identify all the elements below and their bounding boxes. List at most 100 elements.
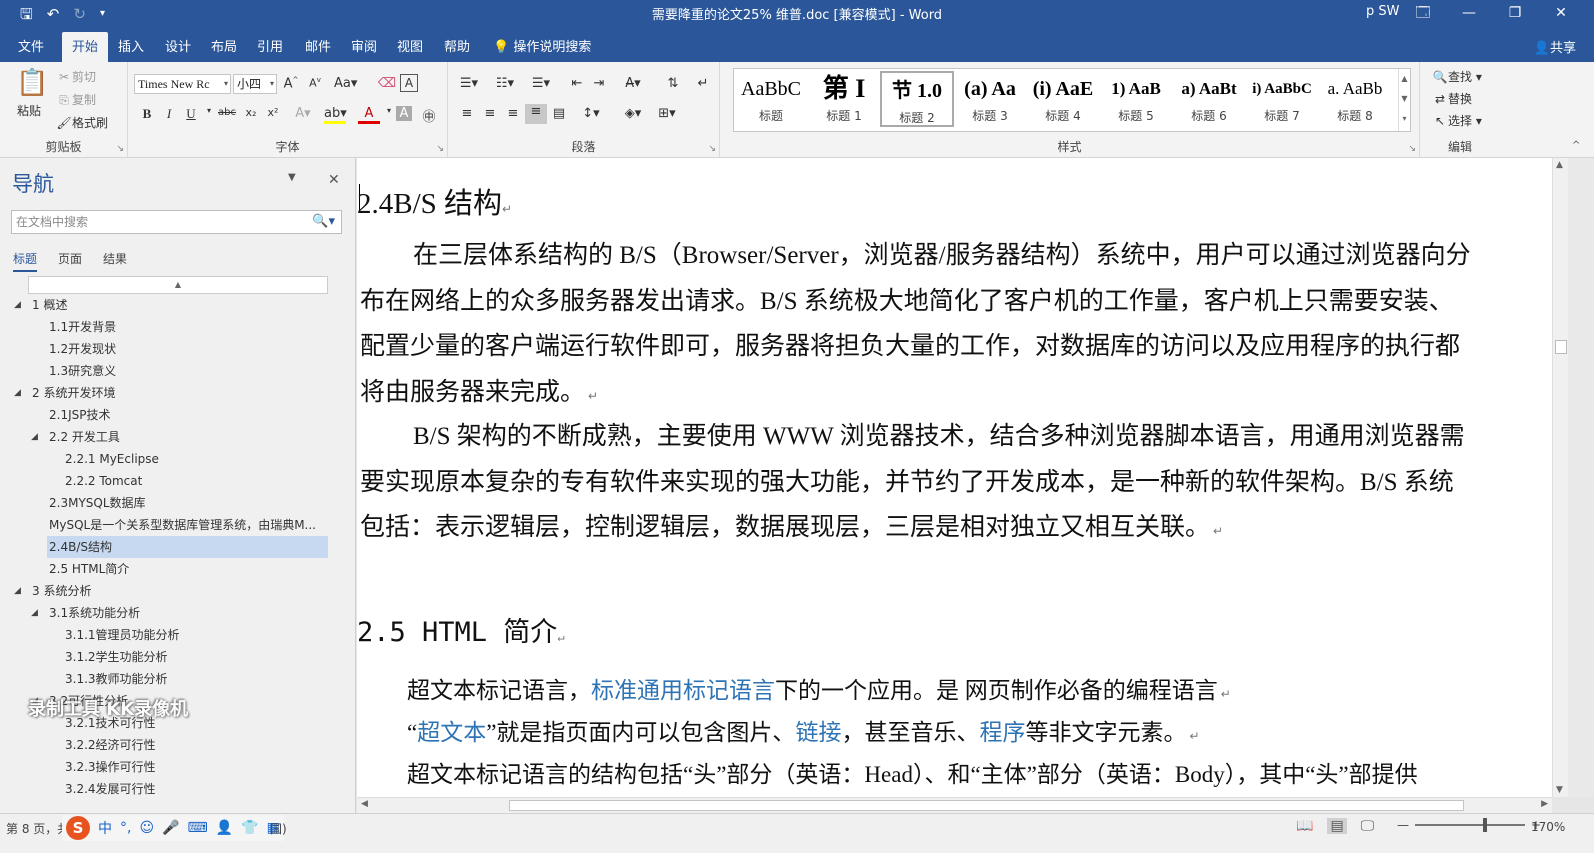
line-spacing-icon[interactable]: ↕▾ [580,106,602,121]
language-indicator[interactable]: 国) [270,820,287,837]
font-name-combo[interactable]: Times New Rc ▾ [134,74,231,94]
expand-caret-icon[interactable]: ◢ [31,426,38,448]
paragraph-bs-intro[interactable]: 在三层体系结构的 B/S（Browser/Server，浏览器/服务器结构）系统… [360,233,1478,419]
shrink-font-icon[interactable]: Av [304,76,326,90]
restore-button[interactable]: ❐ [1492,2,1538,24]
skin-icon[interactable]: 👕 [241,820,258,836]
highlight-color-icon[interactable]: ab▾ [324,106,347,124]
horizontal-scrollbar[interactable]: ◀ ▶ [357,797,1552,813]
font-size-combo[interactable]: 小四 ▾ [233,74,277,94]
expand-caret-icon[interactable]: ◢ [14,294,21,316]
keyboard-icon[interactable]: ⌨ [188,820,208,836]
tab-home[interactable]: 开始 [62,32,109,62]
bold-icon[interactable]: B [136,106,158,122]
styles-gallery-scroll[interactable]: ▲ ▼ ▾ [1398,69,1410,131]
font-color-icon[interactable]: A [358,106,380,124]
dialog-launcher-icon[interactable]: ↘ [708,144,716,154]
cut-button[interactable]: ✂ 剪切 [56,68,96,85]
nav-heading-item[interactable]: 3.1.2学生功能分析 [63,646,168,668]
nav-heading-item[interactable]: ◢ 2.2 开发工具 [31,426,120,448]
align-right-icon[interactable]: ≡ [502,106,524,121]
chevron-up-icon[interactable]: ▲ [1401,74,1407,83]
print-layout-icon[interactable]: ▤ [1327,818,1347,834]
nav-heading-item[interactable]: ◢ 1 概述 [14,294,67,316]
character-shading-icon[interactable]: A [396,106,412,121]
select-button[interactable]: ↖ 选择 ▾ [1432,112,1482,129]
microphone-icon[interactable]: 🎤 [162,820,179,836]
tell-me-search[interactable]: 💡 操作说明搜索 [493,36,591,55]
tab-help[interactable]: 帮助 [444,36,470,55]
nav-heading-item[interactable]: 1.1开发背景 [47,316,116,338]
chevron-right-icon[interactable]: ▶ [1541,799,1548,809]
nav-heading-item[interactable]: 3.2.3操作可行性 [63,756,156,778]
chevron-down-icon[interactable]: ▼ [1401,94,1407,103]
zoom-percentage[interactable]: 170% [1531,820,1565,834]
bullets-icon[interactable]: ☰▾ [458,76,480,91]
document-page[interactable]: 2.4B/S 结构↵ 在三层体系结构的 B/S（Browser/Server，浏… [357,158,1552,797]
nav-heading-item[interactable]: 3.2.4发展可行性 [63,778,156,800]
scroll-up-button[interactable]: ▲ [28,276,328,294]
heading-2-4[interactable]: 2.4B/S 结构↵ [357,180,512,222]
tab-layout[interactable]: 布局 [211,36,237,55]
copy-button[interactable]: ⎘ 复制 [56,91,96,108]
search-icon[interactable]: 🔍▾ [312,211,335,233]
style-title[interactable]: AaBbC 标题 [734,71,808,127]
style-heading-7[interactable]: i) AaBbC 标题 7 [1245,71,1319,127]
shading-icon[interactable]: ◈▾ [622,106,644,121]
align-left-icon[interactable]: ≡ [456,106,478,121]
emoji-icon[interactable]: ☺ [139,820,154,836]
punctuation-icon[interactable]: °, [120,820,131,836]
increase-indent-icon[interactable]: ⇥ [588,76,610,91]
align-center-icon[interactable]: ≡ [479,106,501,121]
sort-icon[interactable]: ⇅ [662,76,684,91]
borders-icon[interactable]: ⊞▾ [656,106,678,121]
paste-icon[interactable]: 📋 [16,68,48,98]
dialog-launcher-icon[interactable]: ↘ [436,144,444,154]
dialog-launcher-icon[interactable]: ↘ [1408,144,1416,154]
expand-caret-icon[interactable]: ◢ [31,602,38,624]
scroll-thumb[interactable] [1555,340,1567,354]
superscript-icon[interactable]: x² [262,106,284,119]
chevron-up-icon[interactable]: ▲ [1556,160,1563,170]
html-intro-line-2[interactable]: “超文本”就是指页面内可以包含图片、链接，甚至音乐、程序等非文字元素。 ↵ [407,712,1479,757]
nav-heading-item[interactable]: 3.1.3教师功能分析 [63,668,168,690]
nav-heading-item[interactable]: 2.5 HTML简介 [47,558,129,580]
tab-insert[interactable]: 插入 [118,36,144,55]
pane-options-icon[interactable]: ▼ [288,172,296,183]
close-icon[interactable]: ✕ [328,172,340,188]
tab-review[interactable]: 审阅 [351,36,377,55]
nav-heading-item[interactable]: ◢ 3.1系统功能分析 [31,602,140,624]
enclose-characters-icon[interactable]: ㊥ [418,106,440,125]
nav-heading-item[interactable]: 2.2.1 MyEclipse [63,448,159,470]
replace-button[interactable]: ⇄ 替换 [1432,90,1472,107]
nav-heading-item[interactable]: 3.1.1管理员功能分析 [63,624,180,646]
character-border-icon[interactable]: A [400,74,418,92]
italic-icon[interactable]: I [158,106,180,122]
ribbon-display-icon[interactable]: 🗔 [1400,2,1446,24]
read-mode-icon[interactable]: 📖 [1296,818,1313,834]
nav-heading-item[interactable]: MySQL是一个关系型数据库管理系统，由瑞典M... [47,514,316,536]
chevron-left-icon[interactable]: ◀ [361,799,368,809]
style-heading-8[interactable]: a. AaBb 标题 8 [1318,71,1392,127]
heading-2-5[interactable]: 2.5 HTML 简介↵ [357,610,565,649]
style-heading-6[interactable]: a) AaBt 标题 6 [1172,71,1246,127]
user-account[interactable]: p SW [1366,4,1400,19]
hyperlink[interactable]: 链接 [795,720,841,745]
nav-heading-item[interactable]: 1.2开发现状 [47,338,116,360]
hyperlink[interactable]: 标准通用标记语言 [591,678,775,703]
vertical-scrollbar[interactable]: ▲ ▼ [1552,158,1568,797]
style-heading-5[interactable]: 1) AaB 标题 5 [1099,71,1173,127]
ime-mode-icon[interactable]: 中 [98,818,112,838]
nav-heading-item[interactable]: 2.4B/S结构 [47,536,328,558]
user-icon[interactable]: 👤 [216,820,233,836]
justify-icon[interactable]: ≡ [525,104,547,124]
expand-caret-icon[interactable]: ◢ [14,382,21,404]
style-heading-4[interactable]: (i) AaE 标题 4 [1026,71,1100,127]
strikethrough-icon[interactable]: abc [216,107,238,118]
document-search-input[interactable]: 在文档中搜索 🔍▾ [11,210,342,234]
numbering-icon[interactable]: ☷▾ [494,76,516,91]
zoom-track[interactable] [1415,818,1525,832]
zoom-knob[interactable] [1483,818,1487,832]
more-styles-icon[interactable]: ▾ [1402,114,1406,123]
nav-heading-item[interactable]: 3.2.2经济可行性 [63,734,156,756]
